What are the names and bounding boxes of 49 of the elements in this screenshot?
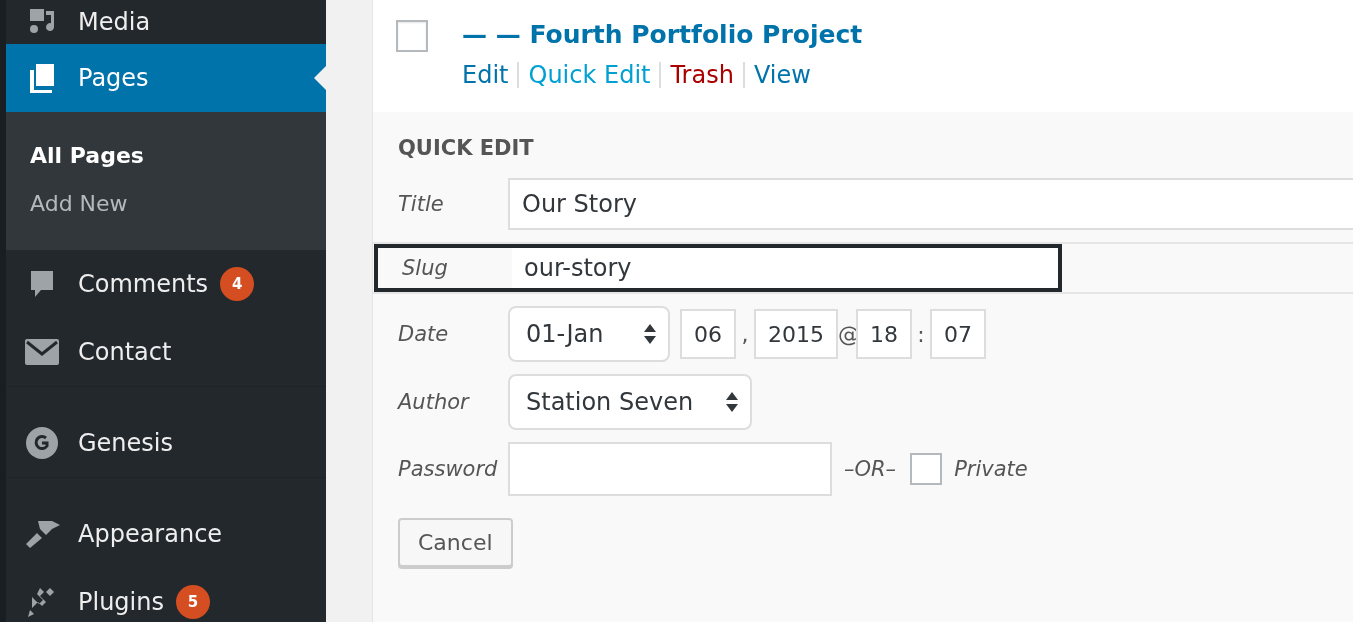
row-action-link[interactable]: Edit bbox=[462, 61, 509, 89]
menu-item[interactable]: Plugins 5 bbox=[6, 568, 326, 622]
menu-label: Plugins bbox=[78, 588, 164, 616]
minute-input[interactable]: 07 bbox=[930, 309, 986, 359]
checkbox-label: Private bbox=[954, 457, 1028, 481]
count-badge: 4 bbox=[220, 267, 255, 301]
section-heading: QUICK EDIT bbox=[398, 136, 535, 160]
hour-input[interactable]: 18 bbox=[856, 309, 912, 359]
menu-item[interactable]: Genesis bbox=[6, 386, 326, 477]
author-select[interactable]: Station Seven bbox=[508, 374, 752, 430]
month-select[interactable]: 01-Jan bbox=[508, 306, 670, 362]
menu-item[interactable]: Comments 4 bbox=[6, 250, 326, 318]
menu-item[interactable]: Appearance bbox=[6, 477, 326, 568]
field-label: Title bbox=[397, 192, 445, 216]
up-down-caret-icon bbox=[726, 390, 738, 414]
pages-icon bbox=[28, 62, 56, 94]
slug-input[interactable]: our-story bbox=[512, 248, 1058, 288]
field-label: Password bbox=[397, 457, 499, 481]
menu-item[interactable]: Pages bbox=[6, 44, 326, 112]
count-badge: 5 bbox=[175, 585, 210, 619]
page-title-link[interactable]: — — Fourth Portfolio Project bbox=[462, 20, 863, 49]
title-input[interactable]: Our Story bbox=[508, 178, 1353, 230]
day-input[interactable]: 06 bbox=[680, 309, 736, 359]
private-checkbox[interactable] bbox=[910, 453, 943, 485]
menu-label: Pages bbox=[78, 64, 149, 92]
row-action-link[interactable]: Trash bbox=[670, 61, 734, 89]
letter-circle-icon bbox=[26, 427, 58, 459]
menu-label: Appearance bbox=[78, 520, 223, 548]
paintbrush-icon bbox=[24, 519, 60, 549]
cancel-button[interactable]: Cancel bbox=[398, 518, 513, 567]
year-input[interactable]: 2015 bbox=[754, 309, 838, 359]
time-separator: : bbox=[916, 321, 926, 347]
field-label: Slug bbox=[401, 256, 449, 280]
menu-label: Comments bbox=[78, 270, 209, 298]
menu-label: Media bbox=[78, 8, 151, 36]
up-down-caret-icon bbox=[644, 322, 656, 346]
date-separator: , bbox=[740, 321, 750, 347]
row-checkbox[interactable] bbox=[396, 20, 428, 52]
field-label: Date bbox=[397, 322, 450, 346]
submenu-item[interactable]: All Pages bbox=[6, 132, 326, 180]
submenu-item[interactable]: Add New bbox=[6, 180, 326, 228]
menu-label: Genesis bbox=[78, 429, 173, 457]
row-action-link[interactable]: View bbox=[753, 61, 811, 89]
menu-item[interactable]: Contact bbox=[6, 318, 326, 386]
or-text: –OR– bbox=[844, 457, 897, 481]
menu-item[interactable]: Media bbox=[6, 0, 326, 44]
envelope-icon bbox=[25, 339, 59, 365]
menu-label: Contact bbox=[78, 338, 172, 366]
field-label: Author bbox=[396, 390, 471, 414]
